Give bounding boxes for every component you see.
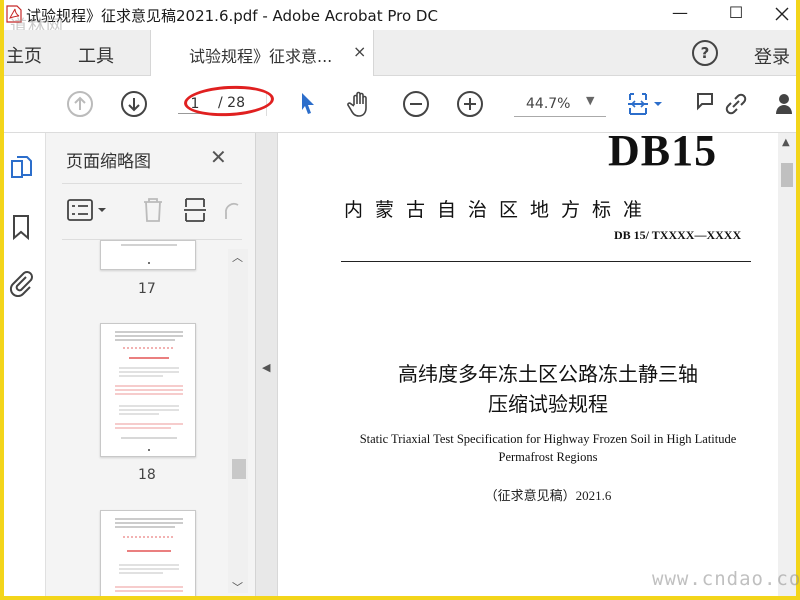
fit-page-icon[interactable] [624, 90, 672, 118]
page-preview [115, 331, 183, 451]
thumbnails-panel: 页面缩略图 ✕ 17 18 ︿ ﹀ [46, 133, 256, 596]
close-window-icon[interactable] [774, 6, 790, 22]
page-thumbnail[interactable] [100, 510, 196, 596]
options-menu-icon[interactable] [66, 195, 112, 225]
acrobat-window: 试验规程》征求意见稿2021.6.pdf - Adobe Acrobat Pro… [4, 0, 796, 596]
page-thumbnails-icon[interactable] [8, 155, 34, 183]
watermark-bottom-right: www.cndao.com [652, 568, 800, 590]
document-view[interactable]: DB15 内蒙古自治区地方标准 DB 15/ TXXXX—XXXX 高纬度多年冻… [278, 133, 796, 596]
maximize-button[interactable]: ☐ [724, 4, 748, 24]
pdf-file-icon [6, 5, 22, 23]
extract-pages-icon[interactable] [182, 195, 208, 225]
document-scrollbar[interactable]: ▲ [778, 133, 796, 596]
link-icon[interactable] [722, 90, 750, 118]
header-rule [341, 261, 751, 262]
panel-title: 页面缩略图 [66, 152, 151, 172]
panel-divider [62, 183, 242, 184]
standard-code: DB15 [608, 133, 718, 175]
window-title: 试验规程》征求意见稿2021.6.pdf - Adobe Acrobat Pro… [26, 7, 438, 25]
close-panel-icon[interactable]: ✕ [210, 145, 227, 169]
login-button[interactable]: 登录 [754, 43, 790, 69]
hand-icon[interactable] [346, 90, 374, 118]
attachment-icon[interactable] [8, 269, 34, 297]
collapse-arrow-icon[interactable]: ◀ [262, 361, 270, 374]
trash-icon[interactable] [140, 195, 166, 225]
issuing-authority: 内蒙古自治区地方标准 [344, 199, 655, 221]
share-user-icon[interactable] [774, 90, 796, 118]
select-cursor-icon[interactable] [294, 90, 322, 118]
help-icon[interactable]: ? [692, 40, 718, 66]
zoom-out-icon[interactable] [402, 90, 430, 118]
chinese-title-line: 压缩试验规程 [488, 392, 608, 416]
zoom-value: 44.7% [526, 96, 571, 112]
scrollbar-thumb[interactable] [232, 459, 246, 479]
scroll-down-icon[interactable]: ﹀ [232, 579, 243, 595]
tab-document[interactable]: 试验规程》征求意... × [150, 30, 374, 76]
close-tab-icon[interactable]: × [353, 42, 366, 61]
title-bar: 试验规程》征求意见稿2021.6.pdf - Adobe Acrobat Pro… [4, 0, 796, 30]
zoom-in-icon[interactable] [456, 90, 484, 118]
page-thumbnail[interactable] [100, 240, 196, 270]
standard-number: DB 15/ TXXXX—XXXX [614, 228, 742, 242]
main-toolbar: 1 / 28 44.7% ▼ [4, 76, 796, 133]
zoom-select[interactable]: 44.7% ▼ [514, 91, 606, 117]
chinese-title-line: 高纬度多年冻土区公路冻土静三轴 [398, 362, 698, 386]
rotate-icon[interactable] [222, 195, 242, 225]
document-tab-label: 试验规程》征求意... [189, 47, 333, 66]
page-preview [115, 518, 183, 592]
scroll-up-icon[interactable]: ︿ [232, 249, 243, 265]
page-thumbnail[interactable] [100, 323, 196, 457]
tab-home[interactable]: 主页 [6, 42, 42, 68]
scrollbar-thumb[interactable] [781, 163, 793, 187]
left-nav-rail [4, 133, 46, 596]
panel-collapse-strip[interactable]: ◀ [256, 133, 278, 596]
tab-bar: 主页 工具 试验规程》征求意... × ? 登录 [4, 30, 796, 76]
chevron-down-icon: ▼ [586, 94, 595, 107]
english-title-line: Permafrost Regions [498, 450, 598, 464]
down-arrow-icon[interactable] [120, 90, 148, 118]
comment-icon[interactable] [694, 90, 722, 118]
english-title-line: Static Triaxial Test Specification for H… [359, 432, 737, 446]
page-preview [121, 244, 177, 264]
bookmark-icon[interactable] [8, 213, 34, 241]
tab-tools[interactable]: 工具 [78, 42, 114, 68]
chinese-title: 高纬度多年冻土区公路冻土静三轴 压缩试验规程 [338, 359, 758, 419]
scroll-up-icon[interactable]: ▲ [782, 137, 790, 148]
thumbnail-scrollbar[interactable]: ︿ ﹀ [228, 249, 248, 595]
draft-label: （征求意见稿）2021.6 [484, 488, 612, 503]
up-arrow-icon[interactable] [66, 90, 94, 118]
page-number-label: 18 [138, 467, 156, 483]
minimize-button[interactable]: — [668, 4, 692, 24]
english-title: Static Triaxial Test Specification for H… [338, 430, 758, 466]
page-number-label: 17 [138, 281, 156, 297]
